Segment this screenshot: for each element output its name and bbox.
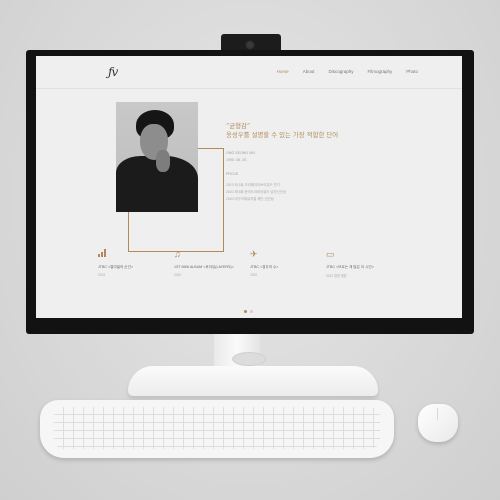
mouse [418,404,458,442]
works-item: 2020 제 5회 한국드라마어워드 남자신인상 [226,190,286,194]
hero-quote-subtitle: 옹성우를 설명할 수 있는 가장 적합한 단어 [226,131,339,139]
works-list: 2019 제 1회 크리에이티브어워드 연기 2020 제 5회 한국드라마어워… [226,182,286,203]
card-drama-2[interactable]: ✈ JTBC <경우의 수> 2020 [250,249,320,277]
nav-photo[interactable]: Photo [406,69,418,74]
nav-about[interactable]: About [303,69,315,74]
card-sub: 2020 [250,273,258,277]
monitor-stand-base [128,366,378,396]
chat-icon: ▭ [326,249,335,259]
nav-discography[interactable]: Discography [328,69,353,74]
hero-quote-word: “균형감” [226,122,251,130]
card-sub: 2019 [98,273,106,277]
feature-cards: JTBC <열여덟의 순간> 2019 ♫ 1ST MINI ALBUM <후아… [98,249,398,289]
nav-home[interactable]: Home [277,69,289,74]
mouse-button-split [437,408,438,420]
profile-photo [116,102,198,212]
pagination-dot[interactable] [250,310,253,313]
website-screen: ƒv Home About Discography Filmography Ph… [36,56,462,318]
artist-name: ONG SEONG WU [226,151,256,155]
keyboard-keys [54,407,380,449]
card-album[interactable]: ♫ 1ST MINI ALBUM <후아유(LAYERS)> 2020 [174,249,244,277]
pagination-dot[interactable] [244,310,247,313]
card-drama-3[interactable]: ▭ JTBC <모르는 게 많은 이 시간> 2022 방영 예정 [326,249,396,278]
nav-links: Home About Discography Filmography Photo [263,69,418,74]
signal-bars-icon [98,249,168,261]
hero-quote: “균형감” 옹성우를 설명할 수 있는 가장 적합한 단어 [226,122,426,140]
carousel-pagination [244,300,256,318]
works-item: 2019 제 1회 크리에이티브어워드 연기 [226,183,280,187]
card-drama-1[interactable]: JTBC <열여덟의 순간> 2019 [98,249,168,277]
works-item: 2020 대구국제뮤지컬 재단 신인상 [226,197,274,201]
webcam-lens [245,40,255,50]
card-title: 1ST MINI ALBUM <후아유(LAYERS)> [174,265,234,269]
card-title: JTBC <경우의 수> [250,265,279,269]
nav-filmography[interactable]: Filmography [367,69,392,74]
card-title: JTBC <열여덟의 순간> [98,265,134,269]
card-title: JTBC <모르는 게 많은 이 시간> [326,265,374,269]
monitor-stand-ring [232,352,266,366]
artist-birth: 1995. 08. 25. [226,158,247,162]
site-navbar: ƒv Home About Discography Filmography Ph… [36,56,462,89]
card-sub: 2020 [174,273,182,277]
airplane-icon: ✈ [250,249,258,259]
works-label: PROJS [226,172,238,176]
card-sub: 2022 방영 예정 [326,274,347,278]
site-logo[interactable]: ƒv [108,65,118,79]
music-note-icon: ♫ [174,249,181,259]
keyboard [40,400,394,458]
monitor: ƒv Home About Discography Filmography Ph… [26,50,474,334]
